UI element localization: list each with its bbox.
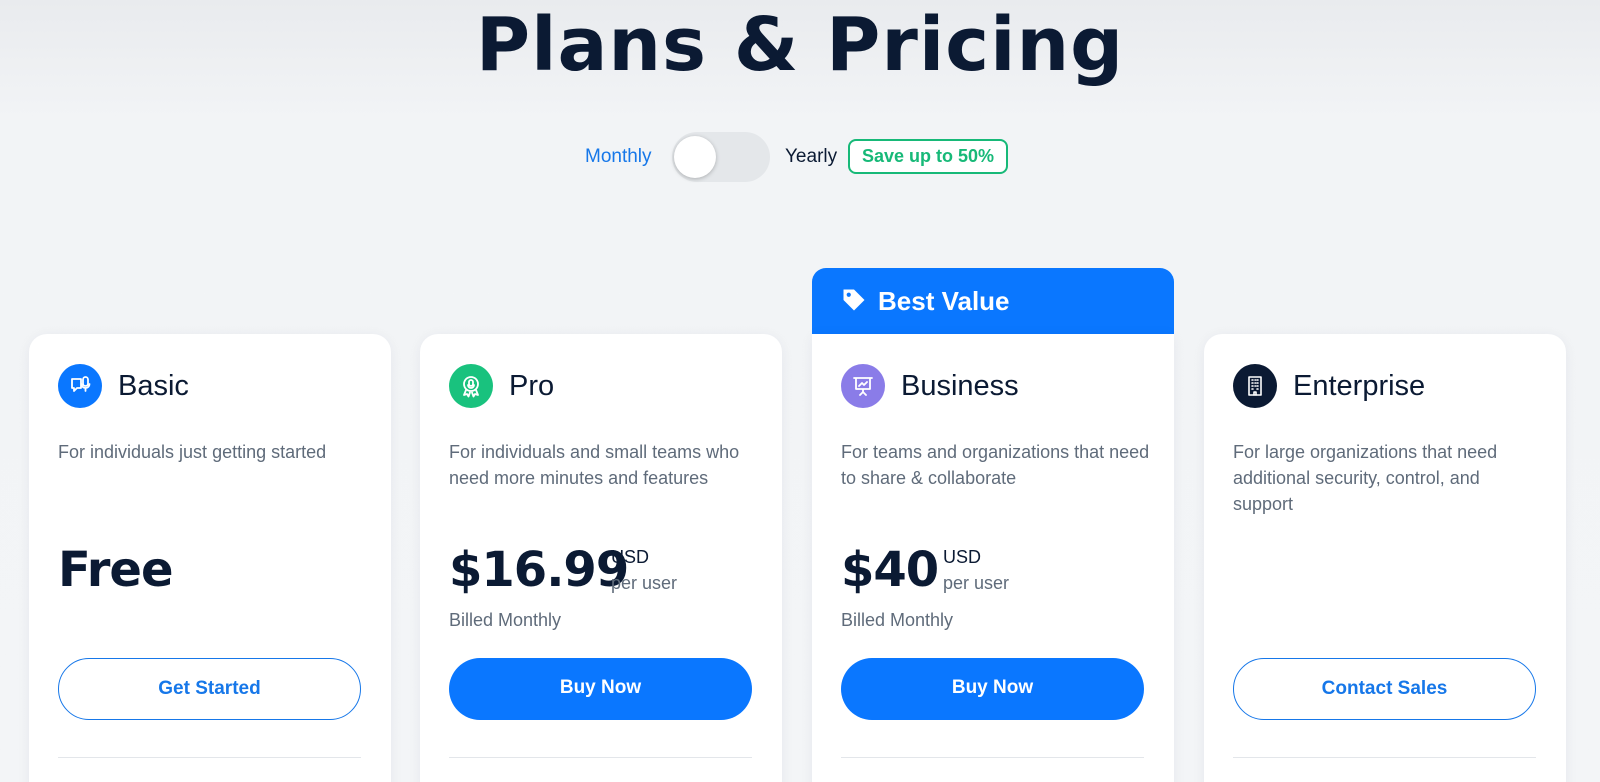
contact-sales-button[interactable]: Contact Sales — [1233, 658, 1536, 720]
plan-price: Free — [58, 542, 173, 598]
best-value-ribbon: Best Value — [812, 268, 1174, 334]
divider — [1233, 757, 1536, 758]
plan-description: For individuals and small teams who need… — [449, 442, 740, 488]
plan-price: $40 — [841, 542, 939, 598]
billing-period-switch[interactable] — [672, 132, 770, 182]
switch-knob[interactable] — [674, 136, 716, 178]
price-currency: USD — [943, 547, 982, 567]
price-currency: USD — [611, 547, 650, 567]
price-per: per user — [943, 573, 1010, 593]
divider — [58, 757, 361, 758]
buy-now-button[interactable]: Buy Now — [449, 658, 752, 720]
divider — [841, 757, 1144, 758]
divider — [449, 757, 752, 758]
price-unit: USD per user — [943, 544, 1009, 596]
plan-description: For individuals just getting started — [58, 442, 327, 462]
plan-name: Business — [901, 370, 1019, 402]
save-badge: Save up to 50% — [848, 139, 1009, 174]
billing-toggle: Monthly Yearly Save up to 50% — [0, 131, 1600, 182]
plan-card-basic: Basic For individuals just getting start… — [29, 334, 391, 782]
plan-price: $16.99 — [449, 542, 629, 598]
get-started-button[interactable]: Get Started — [58, 658, 361, 720]
plan-card-business: Business For teams and organizations tha… — [812, 334, 1174, 782]
chat-mic-icon — [58, 364, 102, 408]
plan-card-pro: Pro For individuals and small teams who … — [420, 334, 782, 782]
price-unit: USD per user — [611, 544, 677, 596]
yearly-label[interactable]: Yearly — [785, 146, 837, 168]
plan-name: Enterprise — [1293, 370, 1426, 402]
plan-name: Basic — [118, 370, 189, 402]
price-per: per user — [611, 573, 678, 593]
building-icon — [1233, 364, 1277, 408]
monthly-label[interactable]: Monthly — [585, 146, 652, 168]
presentation-chart-icon — [841, 364, 885, 408]
best-value-label: Best Value — [878, 286, 1010, 316]
plan-description: For teams and organizations that need to… — [841, 442, 1150, 488]
billing-note: Billed Monthly — [449, 610, 562, 630]
plan-card-enterprise: Enterprise For large organizations that … — [1204, 334, 1566, 782]
buy-now-button[interactable]: Buy Now — [841, 658, 1144, 720]
plan-name: Pro — [509, 370, 555, 402]
tag-icon — [843, 289, 865, 311]
badge-mic-icon — [449, 364, 493, 408]
page-title: Plans & Pricing — [475, 2, 1125, 88]
plan-description: For large organizations that need additi… — [1233, 442, 1498, 514]
billing-note: Billed Monthly — [841, 610, 954, 630]
